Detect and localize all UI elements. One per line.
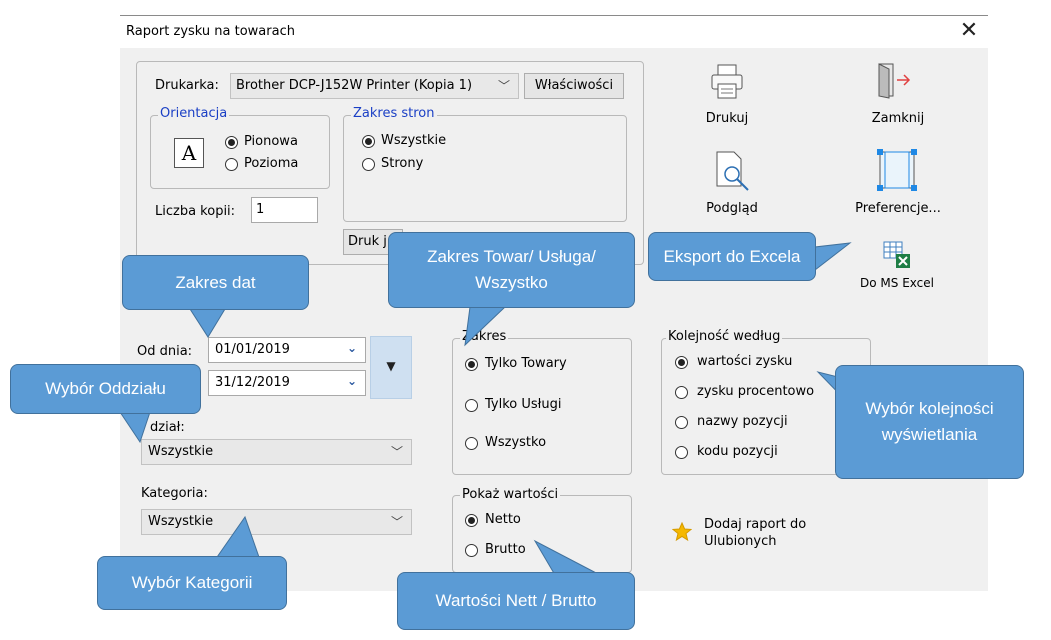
callout-scope: Zakres Towar/ Usługa/ Wszystko xyxy=(388,232,635,308)
callout-order: Wybór kolejności wyświetlania xyxy=(835,365,1024,479)
callout-date-range: Zakres dat xyxy=(122,255,309,310)
callout-branch: Wybór Oddziału xyxy=(10,364,201,414)
callout-pointers xyxy=(119,242,852,576)
callout-category: Wybór Kategorii xyxy=(97,556,287,610)
callout-excel: Eksport do Excela xyxy=(648,232,816,281)
callout-values: Wartości Nett / Brutto xyxy=(397,572,635,630)
